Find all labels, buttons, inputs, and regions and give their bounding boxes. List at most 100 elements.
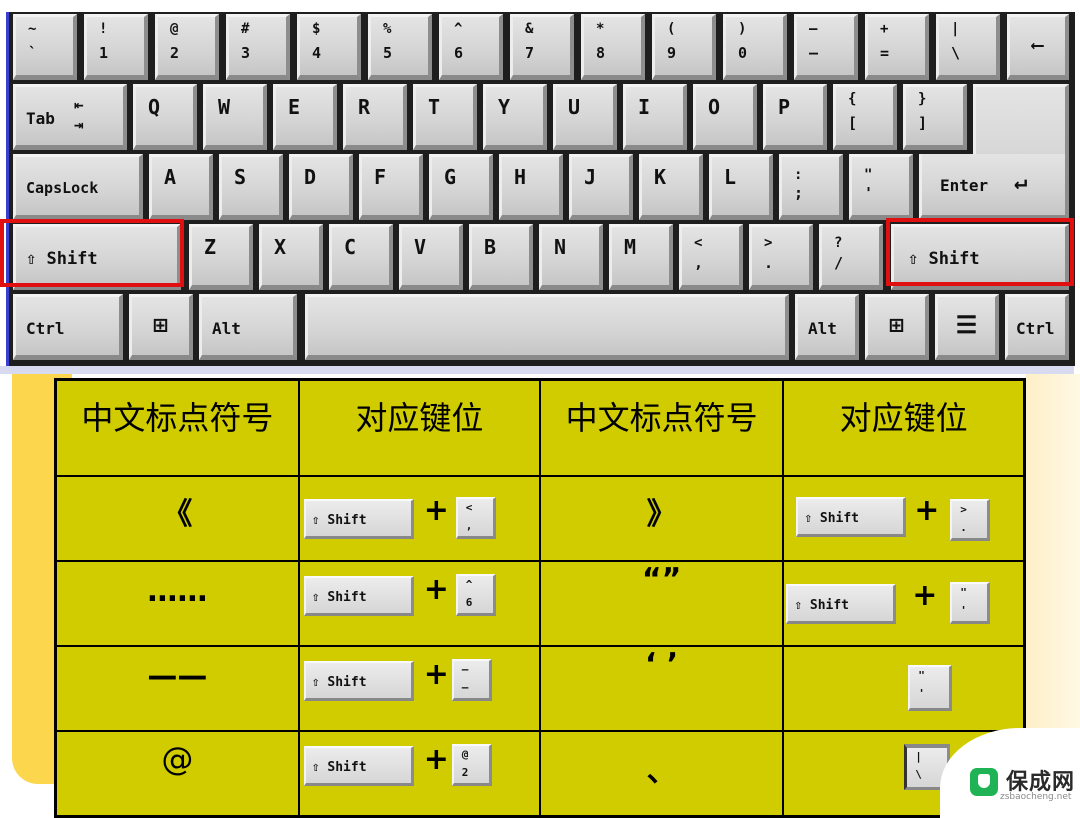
shift-key-image: ⇧ Shift <box>796 497 907 537</box>
key-capslock: CapsLock <box>13 154 143 220</box>
key-2: @2 <box>155 14 219 80</box>
key-combo: ⇧ Shift + — – <box>303 657 540 709</box>
quote-key-image: " ' <box>950 582 991 624</box>
six-key-image: ^ 6 <box>455 574 496 616</box>
key-b: B <box>469 224 533 290</box>
key-s: S <box>219 154 283 220</box>
symbol-cell: 》 <box>538 475 785 562</box>
tab-arrows-icon: ⇤⇥ <box>74 95 84 134</box>
punctuation-symbol: —— <box>147 659 208 694</box>
key-ctrl-left: Ctrl <box>13 294 123 360</box>
key-i: I <box>623 84 687 150</box>
keyboard-image: ~ ` ! 1 @2 #3 $4 % 5 ^ 6 & 7 * 8 (9 ) 0 — – + = |… <box>6 12 1075 366</box>
watermark-url: zsbaocheng.net <box>1000 792 1072 802</box>
key-7: & 7 <box>510 14 574 80</box>
key-combo: " ' <box>788 665 1024 711</box>
symbol-cell: “” <box>538 560 785 647</box>
key-4: $4 <box>297 14 361 80</box>
windows-logo-icon: ⊞ <box>153 311 168 339</box>
header-chinese-punctuation: 中文标点符号 <box>54 378 300 477</box>
enter-arrow-icon: ↵ <box>1014 170 1028 195</box>
key-z: Z <box>189 224 253 290</box>
key-j: J <box>569 154 633 220</box>
key-combo-cell: ⇧ Shift + @2 <box>297 730 541 818</box>
key-0: ) 0 <box>723 14 787 80</box>
punctuation-symbol: 《 <box>162 497 193 532</box>
table-row: @ ⇧ Shift + @2 、 | \ <box>54 730 1026 818</box>
key-m: M <box>609 224 673 290</box>
shift-right-highlight <box>886 218 1074 286</box>
plus-sign: + <box>912 578 938 613</box>
punctuation-symbol: 》 <box>646 497 677 532</box>
key-1: ! 1 <box>84 14 148 80</box>
symbol-cell: 、 <box>538 730 785 818</box>
symbol-cell: ‘ ’ <box>538 645 785 732</box>
key-win-right: ⊞ <box>865 294 929 360</box>
key-combo: ⇧ Shift + >. <box>796 493 1032 541</box>
shift-key-image: ⇧ Shift <box>786 584 897 624</box>
comma-key-image: <, <box>455 497 496 539</box>
key-combo-cell: " ' <box>782 645 1026 732</box>
key-n: N <box>539 224 603 290</box>
key-8: * 8 <box>581 14 645 80</box>
symbol-cell: @ <box>54 730 300 818</box>
key-9: (9 <box>652 14 716 80</box>
key-combo-cell: ⇧ Shift + " ' <box>782 560 1026 647</box>
table-header-row: 中文标点符号 对应键位 中文标点符号 对应键位 <box>54 378 1026 477</box>
key-combo-cell: ⇧ Shift + <, <box>297 475 541 562</box>
symbol-cell: 《 <box>54 475 300 562</box>
key-p: P <box>763 84 827 150</box>
key-f: F <box>359 154 423 220</box>
key-combo-cell: ⇧ Shift + ^ 6 <box>297 560 541 647</box>
key-equals: + = <box>865 14 929 80</box>
key-combo-cell: ⇧ Shift + — – <box>297 645 541 732</box>
shift-left-highlight <box>0 219 184 287</box>
key-alt-right: Alt <box>795 294 859 360</box>
punctuation-symbol: 、 <box>646 754 677 789</box>
shield-logo-icon <box>970 768 998 796</box>
punctuation-symbol: ‘ ’ <box>644 647 679 682</box>
key-h: H <box>499 154 563 220</box>
punctuation-symbol: “” <box>641 562 682 597</box>
key-right-bracket: }] <box>903 84 967 150</box>
shift-key-image: ⇧ Shift <box>303 576 414 616</box>
backspace-arrow-icon: ⟵ <box>1032 35 1043 56</box>
symbol-cell: —— <box>54 645 300 732</box>
key-tab: Tab ⇤⇥ <box>13 84 127 150</box>
key-3: #3 <box>226 14 290 80</box>
shift-key-image: ⇧ Shift <box>303 499 414 539</box>
key-menu: ☰ <box>935 294 999 360</box>
key-q: Q <box>133 84 197 150</box>
plus-sign: + <box>423 493 449 528</box>
shift-key-image: ⇧ Shift <box>303 746 414 786</box>
key-combo-cell: ⇧ Shift + >. <box>782 475 1026 562</box>
key-slash: ? / <box>819 224 883 290</box>
key-c: C <box>329 224 393 290</box>
key-d: D <box>289 154 353 220</box>
shift-key-image: ⇧ Shift <box>303 661 414 701</box>
windows-logo-icon: ⊞ <box>889 311 904 339</box>
key-r: R <box>343 84 407 150</box>
key-alt-left: Alt <box>199 294 297 360</box>
key-period: >. <box>749 224 813 290</box>
key-minus: — – <box>794 14 858 80</box>
plus-sign: + <box>914 493 940 528</box>
table-row: …… ⇧ Shift + ^ 6 “” ⇧ Shift + " ' <box>54 560 1026 647</box>
key-g: G <box>429 154 493 220</box>
key-v: V <box>399 224 463 290</box>
key-k: K <box>639 154 703 220</box>
key-a: A <box>149 154 213 220</box>
key-u: U <box>553 84 617 150</box>
plus-sign: + <box>423 657 449 692</box>
key-backspace: ⟵ <box>1007 14 1069 80</box>
header-chinese-punctuation: 中文标点符号 <box>538 378 785 477</box>
punctuation-symbol: @ <box>161 740 194 778</box>
table-row: —— ⇧ Shift + — – ‘ ’ " ' <box>54 645 1026 732</box>
key-combo: ⇧ Shift + <, <box>303 493 540 539</box>
key-y: Y <box>483 84 547 150</box>
two-key-image: @2 <box>451 744 492 786</box>
key-w: W <box>203 84 267 150</box>
key-comma: <, <box>679 224 743 290</box>
key-l: L <box>709 154 773 220</box>
keyboard-bottom-strip <box>0 366 1074 374</box>
